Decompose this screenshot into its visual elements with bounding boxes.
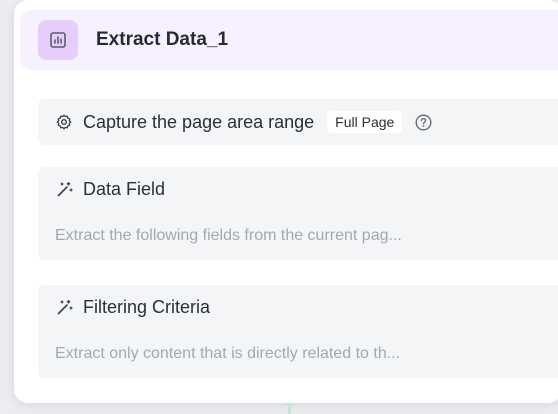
data-field-setting[interactable]: Data Field Extract the following fields … <box>38 167 558 260</box>
data-field-title: Data Field <box>83 179 166 199</box>
magic-wand-icon <box>55 181 73 199</box>
filtering-criteria-setting[interactable]: Filtering Criteria Extract only content … <box>38 285 558 378</box>
capture-range-label: Capture the page area range <box>83 111 315 132</box>
data-field-title-row: Data Field <box>55 179 165 200</box>
capture-range-value-badge[interactable]: Full Page <box>327 111 403 133</box>
filtering-criteria-title-row: Filtering Criteria <box>55 297 210 318</box>
extract-data-node-card[interactable]: Extract Data_1 Capture the page area ran… <box>14 0 558 403</box>
gear-icon <box>55 113 73 131</box>
question-circle-icon[interactable] <box>414 113 432 131</box>
filtering-criteria-description[interactable]: Extract only content that is directly re… <box>55 345 545 363</box>
bar-chart-icon <box>38 20 78 60</box>
capture-range-setting[interactable]: Capture the page area range Full Page <box>38 99 558 145</box>
node-title: Extract Data_1 <box>96 29 229 50</box>
magic-wand-icon <box>55 299 73 317</box>
filtering-criteria-title: Filtering Criteria <box>83 297 211 317</box>
bottom-connector-handle[interactable] <box>285 403 294 414</box>
data-field-description[interactable]: Extract the following fields from the cu… <box>55 227 545 245</box>
node-header[interactable]: Extract Data_1 <box>20 10 558 70</box>
